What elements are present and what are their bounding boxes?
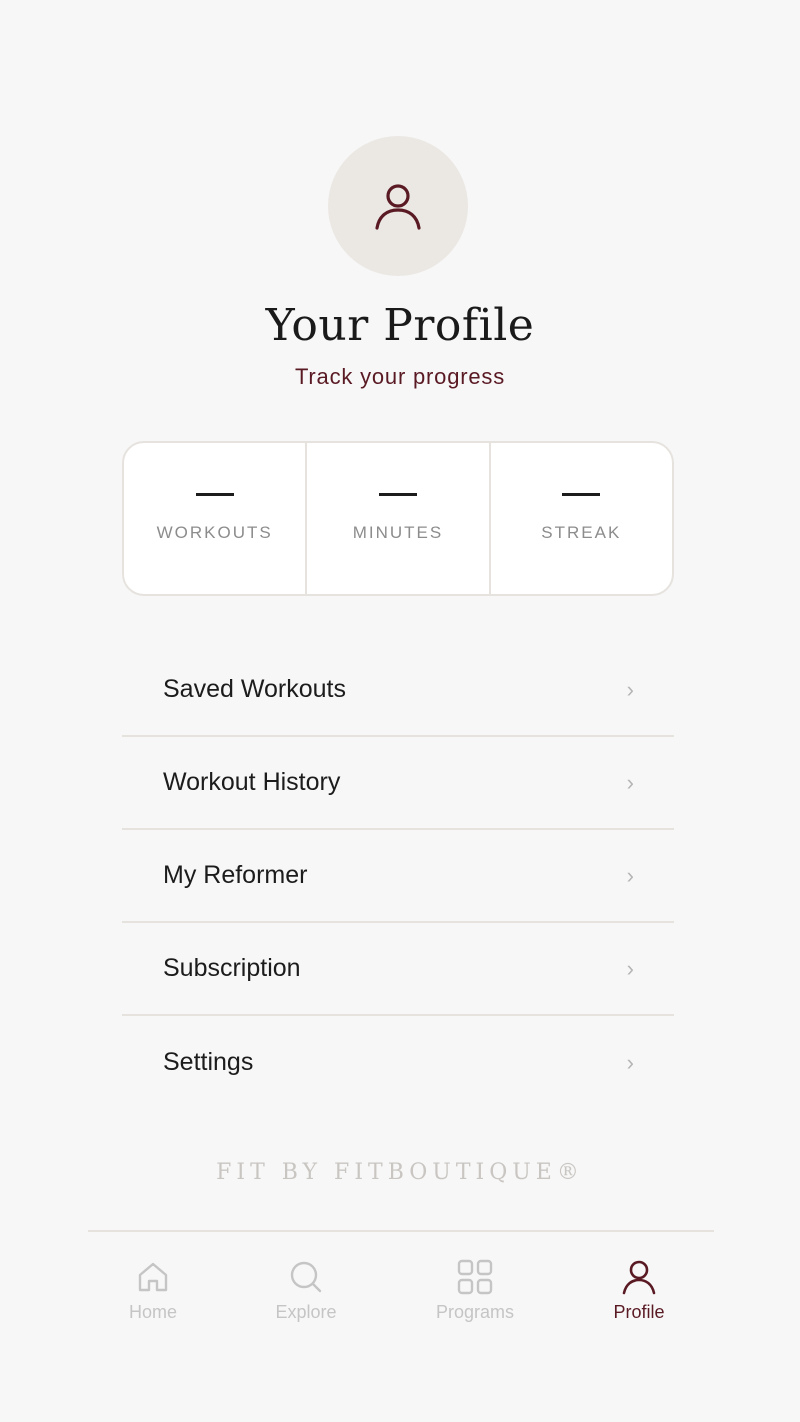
brand-wordmark: FIT BY FITBOUTIQUE® — [216, 1160, 584, 1185]
stats-card: — WORKOUTS — MINUTES — STREAK — [122, 441, 674, 596]
avatar[interactable] — [328, 136, 468, 276]
menu-item-label: Settings — [163, 1048, 254, 1076]
stat-workouts: — WORKOUTS — [124, 443, 305, 594]
menu-item-workout-history[interactable]: Workout History › — [122, 737, 674, 830]
chevron-right-icon: › — [626, 1049, 634, 1075]
tab-explore[interactable]: Explore — [246, 1258, 366, 1323]
menu-item-label: My Reformer — [163, 861, 308, 889]
menu-item-subscription[interactable]: Subscription › — [122, 923, 674, 1016]
home-icon — [138, 1262, 168, 1292]
user-icon — [622, 1260, 656, 1295]
stat-value: — — [195, 493, 234, 496]
stat-label: MINUTES — [352, 523, 444, 542]
menu-item-my-reformer[interactable]: My Reformer › — [122, 830, 674, 923]
menu-item-label: Workout History — [163, 768, 341, 796]
chevron-right-icon: › — [626, 676, 634, 702]
chevron-right-icon: › — [626, 769, 634, 795]
tab-label: Home — [128, 1302, 177, 1322]
menu-item-settings[interactable]: Settings › — [122, 1016, 674, 1109]
menu-item-label: Saved Workouts — [163, 675, 346, 703]
tab-label: Programs — [435, 1302, 515, 1322]
chevron-right-icon: › — [626, 955, 634, 981]
stat-value: — — [562, 493, 601, 496]
tab-home[interactable]: Home — [93, 1258, 213, 1323]
user-icon — [375, 184, 421, 230]
page-subtitle: Track your progress — [295, 364, 505, 389]
profile-menu: Saved Workouts › Workout History › My Re… — [122, 644, 674, 1109]
menu-item-label: Subscription — [163, 954, 301, 982]
tab-programs[interactable]: Programs — [415, 1258, 535, 1323]
tab-label: Explore — [275, 1302, 337, 1322]
stat-value: — — [378, 493, 417, 496]
search-icon — [290, 1261, 322, 1293]
profile-screen: Your Profile Track your progress — WORKO… — [0, 0, 800, 1422]
tab-profile[interactable]: Profile — [579, 1258, 699, 1323]
tab-label: Profile — [613, 1302, 665, 1322]
bottom-tab-bar: Home Explore Programs Profile — [88, 1230, 714, 1355]
stat-label: STREAK — [541, 523, 622, 542]
stat-label: WORKOUTS — [156, 523, 273, 542]
stat-streak: — STREAK — [488, 443, 672, 594]
grid-icon — [457, 1259, 493, 1295]
chevron-right-icon: › — [626, 862, 634, 888]
stat-minutes: — MINUTES — [305, 443, 488, 594]
menu-item-saved-workouts[interactable]: Saved Workouts › — [122, 644, 674, 737]
page-title: Your Profile — [265, 300, 535, 351]
